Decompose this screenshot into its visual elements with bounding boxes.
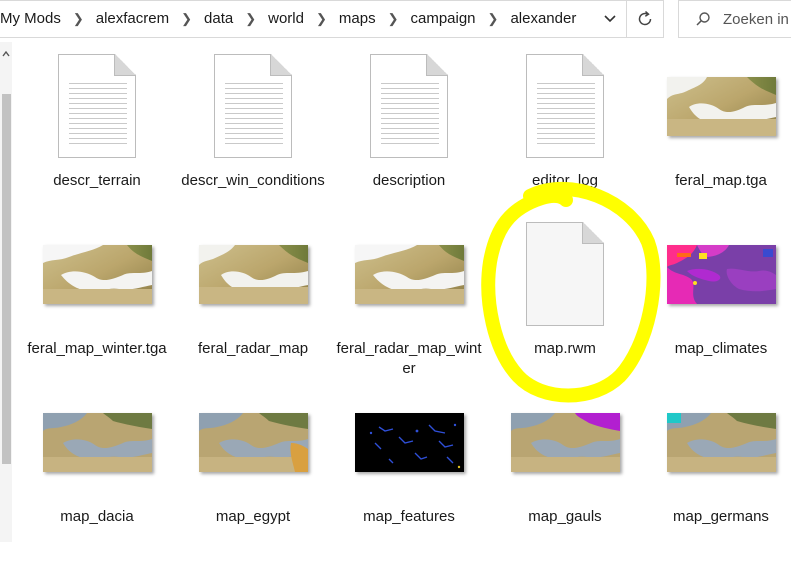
terrain-thumbnail — [666, 76, 776, 136]
file-item[interactable]: map_climates — [646, 210, 791, 400]
file-item[interactable]: descr_terrain — [22, 42, 172, 232]
terrain-thumbnail — [198, 244, 308, 304]
file-name: map_gauls — [528, 508, 602, 525]
address-history-dropdown[interactable] — [594, 1, 626, 37]
search-icon — [696, 12, 710, 26]
chevron-right-icon[interactable]: ❯ — [479, 0, 508, 38]
document-icon — [58, 54, 136, 158]
file-name: feral_map_winter.tga — [27, 340, 167, 357]
climate-thumbnail — [666, 244, 776, 304]
breadcrumb-data[interactable]: data — [201, 0, 236, 38]
terrain-thumbnail — [354, 244, 464, 304]
file-item[interactable]: map_egypt — [178, 378, 328, 568]
file-name: map_germans — [673, 508, 769, 525]
address-bar[interactable]: My Mods ❯ alexfacrem ❯ data ❯ world ❯ ma… — [0, 0, 664, 38]
scroll-up-arrow-icon[interactable] — [0, 48, 12, 60]
breadcrumb-alexander[interactable]: alexander — [507, 0, 579, 38]
chevron-down-icon — [604, 15, 616, 23]
file-item[interactable]: map_gauls — [490, 378, 640, 568]
chevron-right-icon[interactable]: ❯ — [379, 0, 408, 38]
file-name: feral_radar_map_winter — [336, 340, 482, 377]
region-thumbnail — [198, 412, 308, 472]
file-item[interactable]: editor_log — [490, 42, 640, 232]
file-name: descr_terrain — [53, 172, 141, 189]
file-name: map_egypt — [215, 508, 291, 525]
file-name: description — [372, 172, 446, 189]
breadcrumb-alexfacrem[interactable]: alexfacrem — [93, 0, 172, 38]
breadcrumb: My Mods ❯ alexfacrem ❯ data ❯ world ❯ ma… — [0, 1, 579, 37]
chevron-right-icon[interactable]: ❯ — [64, 0, 93, 38]
breadcrumb-world[interactable]: world — [265, 0, 307, 38]
document-icon — [214, 54, 292, 158]
region-thumbnail — [42, 412, 152, 472]
file-item[interactable]: map.rwm — [490, 210, 640, 400]
file-grid: descr_terrain descr_win_conditions descr… — [22, 42, 791, 542]
breadcrumb-my-mods[interactable]: My Mods — [0, 0, 64, 38]
file-item[interactable]: map_dacia — [22, 378, 172, 568]
file-name: map.rwm — [534, 340, 596, 357]
refresh-icon — [638, 10, 652, 26]
breadcrumb-maps[interactable]: maps — [336, 0, 379, 38]
document-icon — [370, 54, 448, 158]
file-item[interactable]: feral_map_winter.tga — [22, 210, 172, 400]
file-item[interactable]: feral_map.tga — [646, 42, 791, 232]
region-thumbnail — [510, 412, 620, 472]
search-input[interactable] — [723, 1, 791, 37]
blank-file-icon — [526, 222, 604, 326]
breadcrumb-campaign[interactable]: campaign — [407, 0, 478, 38]
file-item[interactable]: map_features — [334, 378, 484, 568]
chevron-right-icon[interactable]: ❯ — [307, 0, 336, 38]
chevron-right-icon[interactable]: ❯ — [236, 0, 265, 38]
file-name: map_features — [363, 508, 455, 525]
file-name: map_climates — [674, 340, 768, 357]
file-item[interactable]: feral_radar_map — [178, 210, 328, 400]
chevron-right-icon[interactable]: ❯ — [172, 0, 201, 38]
region-thumbnail — [666, 412, 776, 472]
refresh-button[interactable] — [627, 1, 663, 37]
search-box[interactable] — [678, 0, 791, 38]
features-thumbnail — [354, 412, 464, 472]
file-name: descr_win_conditions — [181, 172, 325, 189]
file-name: map_dacia — [60, 508, 134, 525]
file-item[interactable]: map_germans — [646, 378, 791, 568]
file-item[interactable]: description — [334, 42, 484, 232]
terrain-thumbnail — [42, 244, 152, 304]
file-item[interactable]: descr_win_conditions — [178, 42, 328, 232]
scrollbar-thumb[interactable] — [2, 94, 11, 464]
file-name: feral_radar_map — [197, 340, 309, 357]
document-icon — [526, 54, 604, 158]
file-name: feral_map.tga — [675, 172, 767, 189]
file-name: editor_log — [532, 172, 598, 189]
vertical-scrollbar[interactable] — [0, 42, 12, 542]
file-item[interactable]: feral_radar_map_winter — [334, 210, 484, 400]
